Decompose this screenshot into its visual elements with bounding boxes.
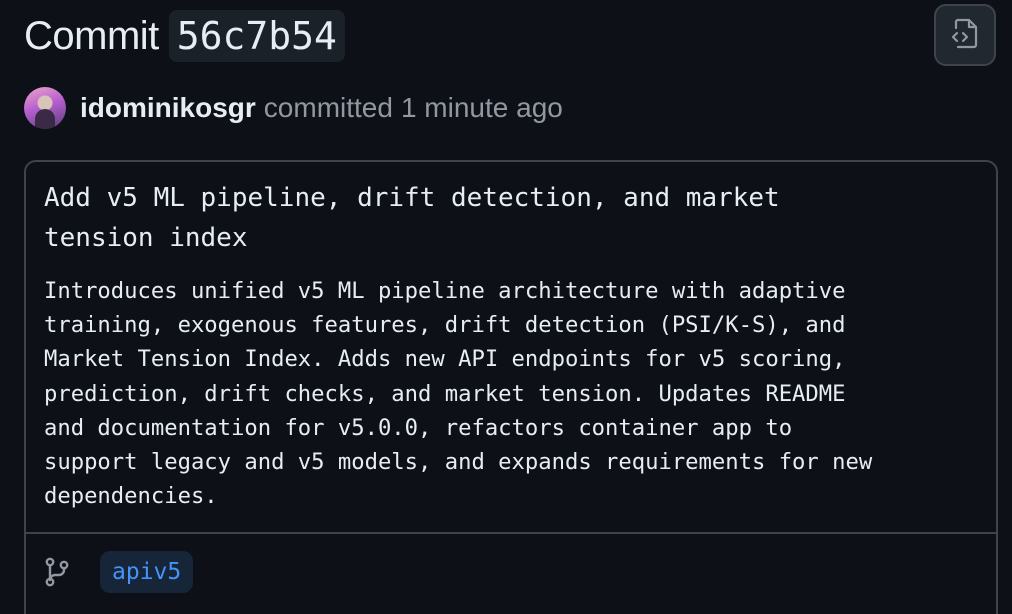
commit-meta: idominikosgr committed 1 minute ago <box>24 86 563 130</box>
file-code-icon <box>949 16 981 55</box>
commit-time[interactable]: 1 minute ago <box>401 92 563 124</box>
commit-message-body: Introduces unified v5 ML pipeline archit… <box>44 278 873 510</box>
author-link[interactable]: idominikosgr <box>80 92 256 124</box>
commit-header: Commit 56c7b54 <box>24 6 345 66</box>
commit-sha[interactable]: 56c7b54 <box>168 10 345 62</box>
divider <box>26 532 996 534</box>
committed-label: committed <box>263 92 393 123</box>
branch-row: apiv5 <box>44 548 194 596</box>
browse-files-button[interactable] <box>934 4 996 66</box>
page-title: Commit <box>24 13 159 58</box>
avatar[interactable] <box>24 87 66 129</box>
git-branch-icon <box>44 557 72 587</box>
commit-message-box: Add v5 ML pipeline, drift detection, and… <box>24 160 998 614</box>
branch-link[interactable]: apiv5 <box>100 551 194 593</box>
commit-message-title: Add v5 ML pipeline, drift detection, and… <box>44 183 780 253</box>
commit-page: Commit 56c7b54 idominikosgr committed 1 … <box>0 0 1012 614</box>
